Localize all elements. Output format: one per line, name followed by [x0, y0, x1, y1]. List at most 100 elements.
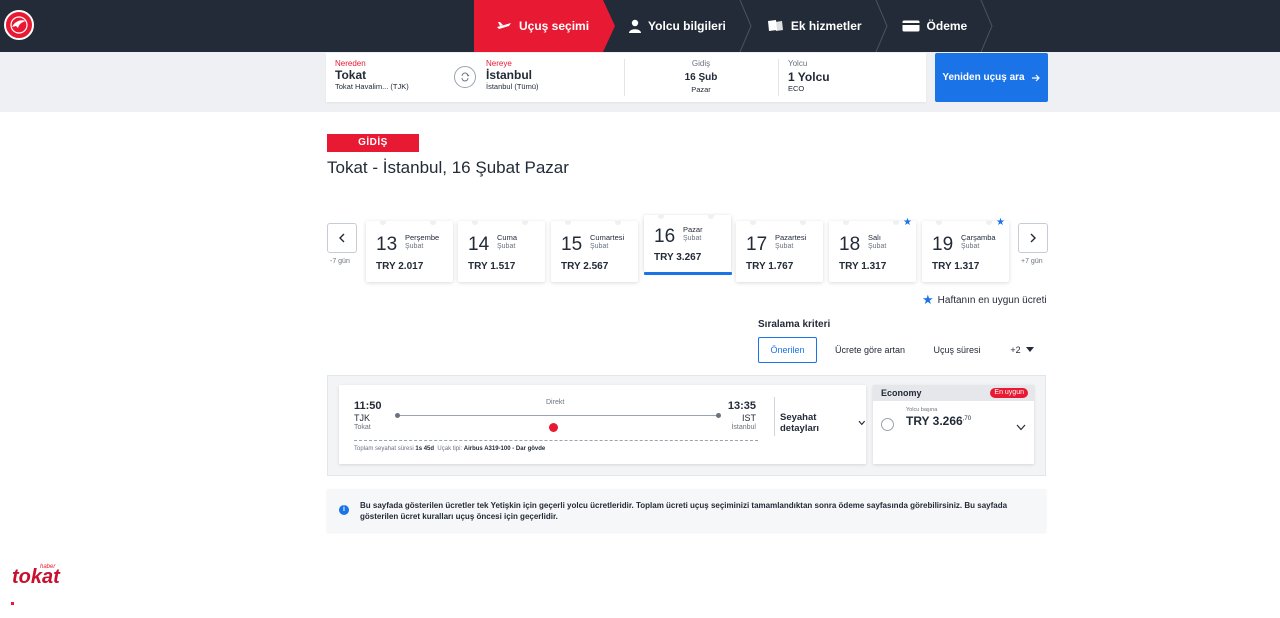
sort-price-asc[interactable]: Ücrete göre artan [825, 337, 915, 363]
arrival-code: IST [741, 413, 756, 423]
watermark-logo: haber tokat [8, 544, 74, 605]
travel-details-button[interactable]: Seyahat detayları [780, 412, 866, 434]
prev-week-label: -7 gün [330, 258, 350, 265]
day-name: Pazar [683, 225, 703, 234]
day-price: TRY 1.317 [932, 261, 980, 272]
day-month: Şubat [961, 243, 980, 250]
date-card-19[interactable]: ★ 19 Çarşamba Şubat TRY 1.317 [922, 217, 1009, 282]
caret-down-icon [1025, 347, 1034, 352]
day-name: Çarşamba [961, 233, 996, 242]
info-icon: i [339, 505, 349, 515]
price-info-notice: i Bu sayfada gösterilen ücretler tek Yet… [327, 489, 1046, 532]
day-name: Salı [868, 233, 881, 242]
cabin-class: ECO [788, 84, 805, 93]
day-number: 17 [746, 234, 768, 255]
sort-title: Sıralama kriteri [758, 319, 831, 330]
destination-city: İstanbul [486, 68, 533, 82]
sort-recommended[interactable]: Önerilen [758, 337, 817, 363]
passenger-field[interactable]: Yolcu 1 Yolcu ECO [788, 59, 830, 93]
step-label: Yolcu bilgileri [648, 19, 726, 33]
arrow-right-icon [1031, 74, 1040, 81]
info-text: Bu sayfada gösterilen ücretler tek Yetiş… [360, 501, 1008, 521]
departure-city: Tokat [354, 424, 371, 431]
day-number: 19 [932, 234, 954, 255]
destination-label: Nereye [486, 59, 512, 68]
passenger-label: Yolcu [788, 59, 808, 68]
selected-indicator [644, 272, 732, 275]
divider [354, 440, 758, 441]
tickets-icon [766, 19, 784, 33]
origin-field[interactable]: Nereden Tokat Tokat Havalim... (TJK) [335, 59, 409, 91]
day-name: Cuma [497, 233, 518, 242]
sort-more-dropdown[interactable]: +2 [998, 337, 1046, 363]
top-navigation-bar: Uçuş seçimi Yolcu bilgileri Ek hizmetler… [0, 0, 1280, 52]
arrival-city: İstanbul [731, 424, 756, 431]
search-summary: Nereden Tokat Tokat Havalim... (TJK) Ner… [326, 53, 926, 102]
departure-time: 11:50 [354, 400, 382, 412]
passenger-value: 1 Yolcu [788, 70, 830, 84]
step-extra-services[interactable]: Ek hizmetler [740, 0, 888, 52]
watermark-brand: tokat [12, 566, 60, 588]
day-number: 16 [654, 226, 676, 247]
prev-week-button[interactable] [327, 223, 357, 253]
swap-route-button[interactable] [454, 66, 476, 88]
fare-class: Economy [881, 388, 922, 398]
outbound-badge: GİDİŞ [327, 134, 419, 152]
chevron-left-icon [339, 233, 345, 243]
step-label: Uçuş seçimi [519, 19, 590, 33]
day-month: Şubat [775, 243, 794, 250]
day-price: TRY 2.567 [561, 261, 609, 272]
date-label: Gidiş [691, 59, 711, 68]
sort-more-label: +2 [1010, 345, 1021, 355]
day-month: Şubat [405, 243, 424, 250]
day-name: Cumartesi [590, 233, 625, 242]
day-price: TRY 1.767 [746, 261, 794, 272]
flight-card[interactable]: 11:50 TJK Tokat Direkt 13:35 IST İstanbu… [339, 385, 866, 464]
search-again-button[interactable]: Yeniden uçuş ara [935, 53, 1048, 102]
date-card-18[interactable]: ★ 18 Salı Şubat TRY 1.317 [829, 217, 916, 282]
date-card-14[interactable]: 14 Cuma Şubat TRY 1.517 [458, 221, 545, 282]
card-icon [902, 20, 920, 32]
chevron-right-icon [1030, 233, 1036, 243]
sort-duration[interactable]: Uçuş süresi [922, 337, 992, 363]
day-price: TRY 3.267 [654, 252, 702, 263]
day-month: Şubat [868, 243, 887, 250]
day-price: TRY 1.317 [839, 261, 887, 272]
flight-meta: Toplam seyahat süresi 1s 45d Uçak tipi: … [354, 446, 546, 452]
next-week-label: +7 gün [1021, 258, 1043, 265]
date-card-17[interactable]: 17 Pazartesi Şubat TRY 1.767 [736, 221, 823, 282]
day-month: Şubat [683, 235, 702, 242]
divider [774, 397, 775, 436]
day-price: TRY 1.517 [468, 261, 516, 272]
next-week-button[interactable] [1018, 223, 1048, 253]
day-number: 14 [468, 234, 490, 255]
airline-logo-icon[interactable] [4, 10, 34, 40]
star-icon: ★ [922, 292, 934, 307]
step-payment[interactable]: Ödeme [876, 0, 993, 52]
day-number: 15 [561, 234, 583, 255]
step-flight-selection[interactable]: Uçuş seçimi [474, 0, 616, 52]
departure-date-field[interactable]: Gidiş 16 Şub Pazar [626, 59, 776, 94]
date-day: Pazar [691, 85, 711, 94]
star-icon: ★ [996, 217, 1005, 228]
day-month: Şubat [590, 243, 609, 250]
destination-field[interactable]: Nereye İstanbul İstanbul (Tümü) [486, 59, 539, 91]
plane-icon [496, 20, 512, 32]
day-number: 13 [376, 234, 398, 255]
arrival-time: 13:35 [727, 400, 756, 412]
date-card-13[interactable]: 13 Perşembe Şubat TRY 2.017 [366, 221, 453, 282]
date-card-16-selected[interactable]: 16 Pazar Şubat TRY 3.267 [644, 215, 732, 275]
travel-details-label: Seyahat detayları [780, 412, 820, 434]
step-passenger-info[interactable]: Yolcu bilgileri [603, 0, 752, 52]
legend-text: Haftanın en uygun ücreti [937, 294, 1047, 306]
economy-fare-card[interactable]: Economy En uygun Yolcu başına TRY 3.266,… [873, 385, 1034, 464]
day-number: 18 [839, 234, 861, 255]
booking-steps: Uçuş seçimi Yolcu bilgileri Ek hizmetler… [474, 0, 993, 52]
flight-type: Direkt [546, 399, 565, 406]
date-card-15[interactable]: 15 Cumartesi Şubat TRY 2.567 [551, 221, 638, 282]
expand-fare-button[interactable] [1016, 418, 1026, 436]
fare-radio[interactable] [881, 418, 894, 431]
day-name: Pazartesi [775, 233, 807, 242]
search-again-label: Yeniden uçuş ara [942, 72, 1025, 83]
day-price: TRY 2.017 [376, 261, 424, 272]
